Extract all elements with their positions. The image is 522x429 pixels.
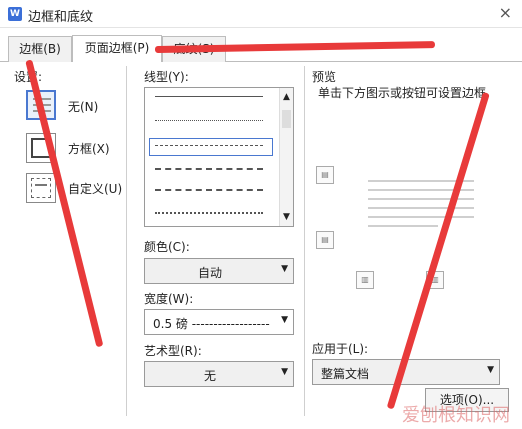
setting-custom-icon[interactable] <box>26 173 56 203</box>
setting-custom-label[interactable]: 自定义(U) <box>68 180 122 197</box>
watermark: 爱刨根知识网 <box>402 405 510 426</box>
left-divider <box>126 66 127 416</box>
preview-hint: 单击下方图示或按钮可设置边框 <box>318 86 487 100</box>
preview-text-line <box>368 216 474 218</box>
art-select[interactable]: 无 ▼ <box>144 361 294 387</box>
title-bar: W 边框和底纹 × <box>0 0 522 28</box>
chevron-down-icon: ▼ <box>487 365 494 375</box>
tab-borders[interactable]: 边框(B) <box>8 36 72 62</box>
chevron-down-icon: ▼ <box>281 367 288 377</box>
right-divider <box>304 66 305 416</box>
preview-text-line <box>368 198 474 200</box>
preview-heading: 预览 <box>312 70 337 84</box>
setting-none-label[interactable]: 无(N) <box>68 98 98 115</box>
line-style-scrollbar[interactable]: ▲ ▼ <box>279 88 293 226</box>
color-select[interactable]: 自动 ▼ <box>144 258 294 284</box>
chevron-down-icon: ▼ <box>281 264 288 274</box>
tab-page-border[interactable]: 页面边框(P) <box>72 35 162 62</box>
art-heading: 艺术型(R): <box>144 344 202 358</box>
top-border-button[interactable]: ▤ <box>316 166 334 184</box>
line-style-option[interactable] <box>155 96 263 97</box>
word-icon: W <box>8 7 22 21</box>
close-icon[interactable]: × <box>499 3 512 22</box>
preview-text-line <box>368 207 474 209</box>
left-border-button[interactable]: ▥ <box>356 271 374 289</box>
line-style-option[interactable] <box>155 189 263 191</box>
window-title: 边框和底纹 <box>28 10 94 25</box>
line-style-list[interactable]: ▲ ▼ <box>144 87 294 227</box>
line-style-selected-option[interactable] <box>149 138 273 156</box>
art-value: 无 <box>203 369 216 383</box>
line-style-option[interactable] <box>155 120 263 121</box>
setting-box-label[interactable]: 方框(X) <box>68 140 110 157</box>
bottom-border-button[interactable]: ▤ <box>316 231 334 249</box>
line-style-option[interactable] <box>155 145 263 146</box>
width-value: 0.5 磅 ------------------ <box>153 317 270 331</box>
color-value: 自动 <box>197 266 222 280</box>
width-select[interactable]: 0.5 磅 ------------------ ▼ <box>144 309 294 335</box>
line-style-heading: 线型(Y): <box>144 70 189 84</box>
line-style-option[interactable] <box>155 212 263 214</box>
preview-text-line <box>368 225 438 227</box>
line-style-option[interactable] <box>155 168 263 170</box>
chevron-down-icon: ▼ <box>281 315 288 325</box>
apply-heading: 应用于(L): <box>312 342 369 356</box>
color-heading: 颜色(C): <box>144 240 190 254</box>
width-heading: 宽度(W): <box>144 292 194 306</box>
